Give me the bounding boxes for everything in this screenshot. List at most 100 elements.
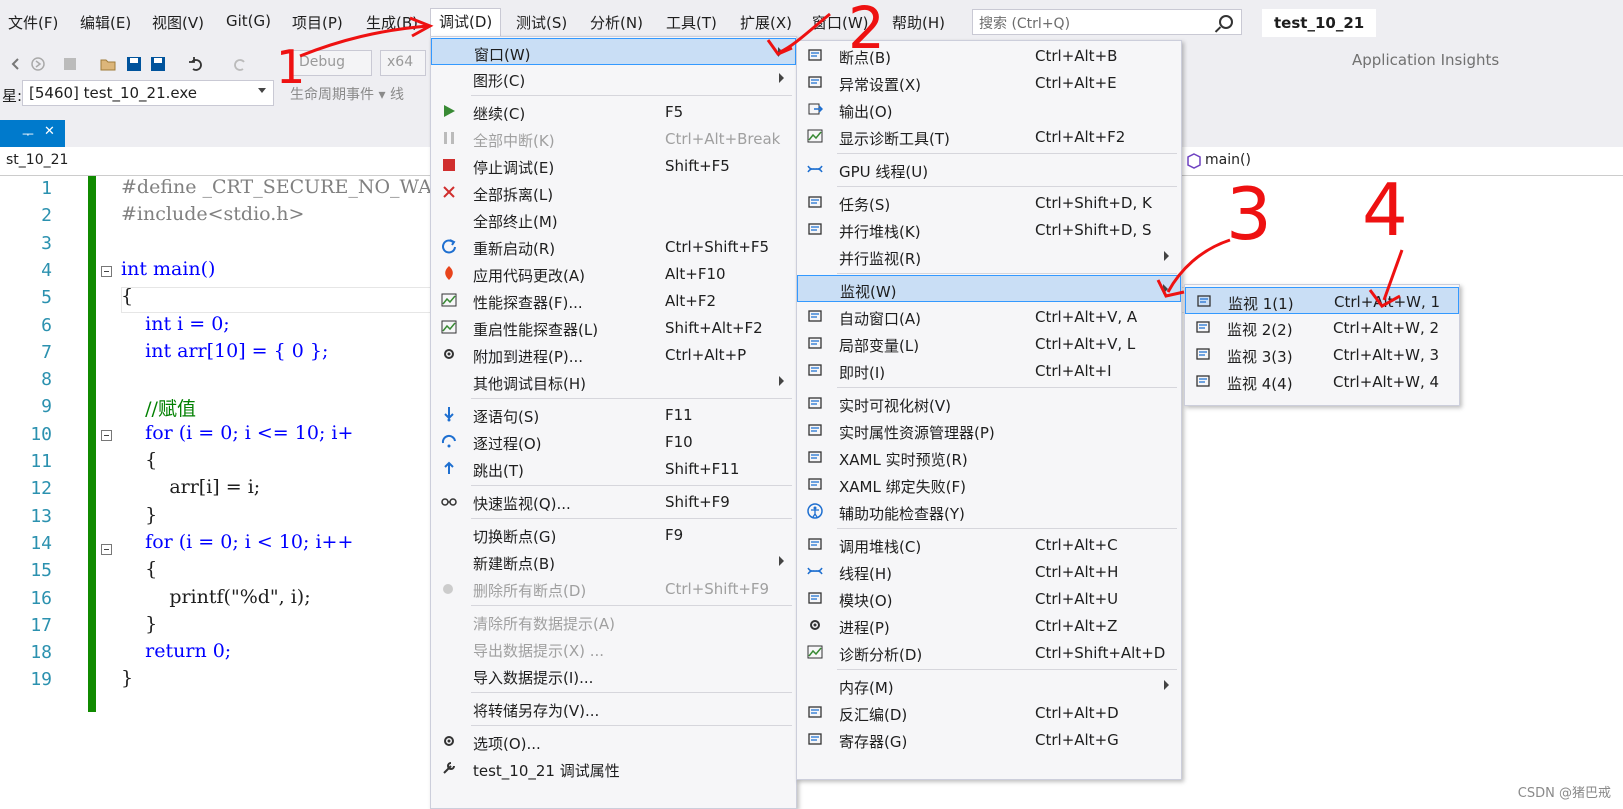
process-combo[interactable]: [5460] test_10_21.exe (22, 80, 274, 106)
window-item-16[interactable]: 辅助功能检查器(Y) (797, 498, 1181, 525)
window-item-13[interactable]: 实时属性资源管理器(P) (797, 417, 1181, 444)
code-line[interactable]: int arr[10] = { 0 }; (121, 340, 328, 362)
debug-item-8[interactable]: 应用代码更改(A) Alt+F10 (431, 260, 796, 287)
code-line[interactable]: arr[i] = i; (121, 476, 260, 498)
window-item-21[interactable]: 诊断分析(D) Ctrl+Shift+Alt+D (797, 639, 1181, 666)
document-tab[interactable]: ᅮ ✕ (0, 120, 65, 147)
code-line[interactable]: //赋值 (121, 394, 196, 421)
window-item-22[interactable]: 内存(M) (797, 672, 1181, 699)
window-item-18[interactable]: 线程(H) Ctrl+Alt+H (797, 558, 1181, 585)
debug-item-13[interactable]: 逐语句(S) F11 (431, 401, 796, 428)
debug-item-18[interactable]: 新建断点(B) (431, 548, 796, 575)
fold-toggle-main[interactable] (101, 266, 112, 277)
menu-view[interactable]: 视图(V) (152, 12, 204, 33)
debug-item-10[interactable]: 重启性能探查器(L) Shift+Alt+F2 (431, 314, 796, 341)
debug-item-0[interactable]: 窗口(W) (431, 38, 796, 65)
code-line[interactable]: #define _CRT_SECURE_NO_WARN (121, 176, 463, 198)
debug-item-6[interactable]: 全部终止(M) (431, 206, 796, 233)
window-item-7[interactable]: 并行监视(R) (797, 243, 1181, 270)
window-item-24[interactable]: 寄存器(G) Ctrl+Alt+G (797, 726, 1181, 753)
window-item-14[interactable]: XAML 实时预览(R) (797, 444, 1181, 471)
debug-item-15[interactable]: 跳出(T) Shift+F11 (431, 455, 796, 482)
window-item-10[interactable]: 局部变量(L) Ctrl+Alt+V, L (797, 330, 1181, 357)
pin-icon[interactable]: ᅮ (22, 124, 34, 143)
lifecycle-events-button[interactable]: 生命周期事件 ▾ 线 (290, 84, 404, 104)
debug-item-4[interactable]: 停止调试(E) Shift+F5 (431, 152, 796, 179)
code-line[interactable]: { (121, 285, 133, 307)
forward-icon[interactable] (30, 56, 46, 72)
undo-icon[interactable] (188, 56, 204, 72)
window-item-17[interactable]: 调用堆栈(C) Ctrl+Alt+C (797, 531, 1181, 558)
close-icon[interactable]: ✕ (44, 124, 55, 139)
debug-item-16[interactable]: 快速监视(Q)... Shift+F9 (431, 488, 796, 515)
window-item-1[interactable]: 异常设置(X) Ctrl+Alt+E (797, 69, 1181, 96)
menu-file[interactable]: 文件(F) (8, 12, 58, 33)
watch-item-0[interactable]: 监视 1(1) Ctrl+Alt+W, 1 (1185, 287, 1459, 314)
debug-item-23[interactable]: 将转储另存为(V)... (431, 695, 796, 722)
fold-toggle-for-2[interactable] (101, 544, 112, 555)
redo-icon[interactable] (232, 56, 248, 72)
debug-item-25[interactable]: test_10_21 调试属性 (431, 755, 796, 782)
code-line[interactable]: { (121, 449, 157, 471)
menu-extensions[interactable]: 扩展(X) (740, 12, 792, 33)
search-input[interactable]: 搜索 (Ctrl+Q) (972, 9, 1242, 35)
fold-toggle-for-1[interactable] (101, 430, 112, 441)
code-line[interactable]: } (121, 667, 133, 689)
debug-item-7[interactable]: 重新启动(R) Ctrl+Shift+F5 (431, 233, 796, 260)
debug-item-5[interactable]: 全部拆离(L) (431, 179, 796, 206)
debug-item-9[interactable]: 性能探查器(F)... Alt+F2 (431, 287, 796, 314)
back-icon[interactable] (8, 56, 24, 72)
window-item-9[interactable]: 自动窗口(A) Ctrl+Alt+V, A (797, 303, 1181, 330)
code-line[interactable]: for (i = 0; i < 10; i++ (121, 531, 353, 553)
window-item-11[interactable]: 即时(I) Ctrl+Alt+I (797, 357, 1181, 384)
code-line[interactable]: printf("%d", i); (121, 586, 310, 608)
new-project-icon[interactable] (62, 56, 78, 72)
code-line[interactable]: } (121, 613, 157, 635)
window-item-12[interactable]: 实时可视化树(V) (797, 390, 1181, 417)
nav-project-dropdown[interactable]: st_10_21 (6, 152, 68, 168)
menu-project[interactable]: 项目(P) (292, 12, 343, 33)
debug-item-17[interactable]: 切换断点(G) F9 (431, 521, 796, 548)
window-item-8[interactable]: 监视(W) (797, 275, 1181, 302)
debug-item-1[interactable]: 图形(C) (431, 65, 796, 92)
debug-item-12[interactable]: 其他调试目标(H) (431, 368, 796, 395)
debug-item-11[interactable]: 附加到进程(P)... Ctrl+Alt+P (431, 341, 796, 368)
window-item-23[interactable]: 反汇编(D) Ctrl+Alt+D (797, 699, 1181, 726)
debug-item-14[interactable]: 逐过程(O) F10 (431, 428, 796, 455)
save-icon[interactable] (126, 56, 142, 72)
watch-item-3[interactable]: 监视 4(4) Ctrl+Alt+W, 4 (1185, 368, 1459, 395)
menu-build[interactable]: 生成(B) (366, 12, 418, 33)
debug-item-24[interactable]: 选项(O)... (431, 728, 796, 755)
window-item-6[interactable]: 并行堆栈(K) Ctrl+Shift+D, S (797, 216, 1181, 243)
debug-item-2[interactable]: 继续(C) F5 (431, 98, 796, 125)
nav-function-dropdown[interactable]: main() (1205, 152, 1251, 168)
code-line[interactable]: for (i = 0; i <= 10; i+ (121, 422, 353, 444)
code-line[interactable]: int main() (121, 258, 215, 280)
window-item-5[interactable]: 任务(S) Ctrl+Shift+D, K (797, 189, 1181, 216)
platform-combo[interactable]: x64 (380, 50, 426, 76)
code-line[interactable]: #include<stdio.h> (121, 203, 304, 225)
watch-item-2[interactable]: 监视 3(3) Ctrl+Alt+W, 3 (1185, 341, 1459, 368)
menu-help[interactable]: 帮助(H) (892, 12, 945, 33)
window-item-15[interactable]: XAML 绑定失败(F) (797, 471, 1181, 498)
menu-analyze[interactable]: 分析(N) (590, 12, 643, 33)
menu-edit[interactable]: 编辑(E) (80, 12, 131, 33)
window-item-19[interactable]: 模块(O) Ctrl+Alt+U (797, 585, 1181, 612)
menu-item-label: 重新启动(R) (473, 240, 556, 258)
window-item-20[interactable]: 进程(P) Ctrl+Alt+Z (797, 612, 1181, 639)
application-insights-button[interactable]: Application Insights (1352, 51, 1499, 69)
save-all-icon[interactable] (150, 56, 166, 72)
menu-test[interactable]: 测试(S) (516, 12, 567, 33)
open-folder-icon[interactable] (100, 56, 116, 72)
window-item-4[interactable]: GPU 线程(U) (797, 156, 1181, 183)
window-item-3[interactable]: 显示诊断工具(T) Ctrl+Alt+F2 (797, 123, 1181, 150)
debug-item-22[interactable]: 导入数据提示(I)... (431, 662, 796, 689)
code-line[interactable]: { (121, 558, 157, 580)
menu-git[interactable]: Git(G) (226, 12, 271, 30)
code-line[interactable]: return 0; (121, 640, 231, 662)
code-line[interactable]: int i = 0; (121, 313, 230, 335)
window-item-2[interactable]: 输出(O) (797, 96, 1181, 123)
watch-item-1[interactable]: 监视 2(2) Ctrl+Alt+W, 2 (1185, 314, 1459, 341)
code-line[interactable]: } (121, 504, 157, 526)
menu-tools[interactable]: 工具(T) (666, 12, 717, 33)
